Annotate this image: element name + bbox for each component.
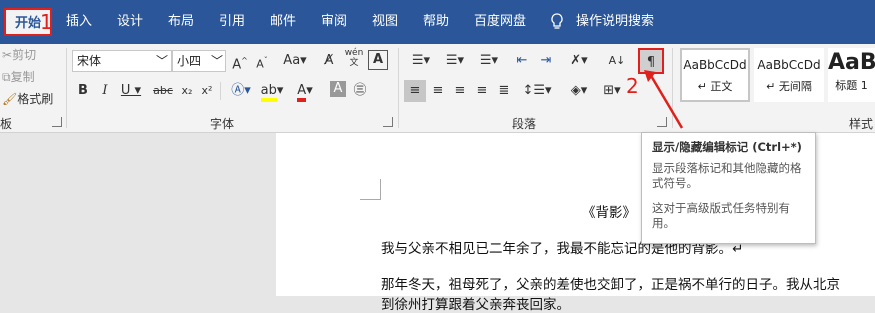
superscript-button[interactable]: x²	[198, 80, 216, 102]
strikethrough-button[interactable]: abc	[150, 80, 176, 102]
multilevel-list-button[interactable]: ☰▾	[474, 50, 504, 72]
align-center-button[interactable]: ≡	[428, 80, 448, 102]
tooltip-note: 这对于高级版式任务特别有用。	[652, 201, 790, 230]
tab-design[interactable]: 设计	[117, 0, 143, 44]
font-name-select[interactable]: 宋体 ﹀	[72, 50, 172, 72]
paragraph-2: 那年冬天，祖母死了，父亲的差使也交卸了，正是祸不单行的日子。我从北京	[381, 277, 840, 293]
phonetic-guide-button[interactable]: wén 文	[344, 48, 364, 70]
highlight-button[interactable]: ab▾	[258, 80, 286, 102]
divider	[220, 82, 221, 100]
line-spacing-button[interactable]: ↕☰▾	[522, 80, 552, 102]
tell-me-search[interactable]: 操作说明搜索	[576, 0, 654, 44]
highlighter-icon: ab	[260, 83, 277, 102]
copy-icon: ⧉	[2, 70, 11, 84]
character-border-button[interactable]: A	[368, 50, 388, 70]
tab-baidu-netdisk[interactable]: 百度网盘	[474, 0, 526, 44]
change-case-button[interactable]: Aa▾	[280, 50, 310, 72]
divider	[66, 48, 67, 128]
underline-button[interactable]: U ▾	[118, 80, 144, 102]
shrink-font-button[interactable]: Aˇ	[252, 50, 272, 72]
font-size-select[interactable]: 小四 ﹀	[172, 50, 226, 72]
margin-corner-mark	[360, 179, 381, 200]
brush-icon: 🖌	[2, 92, 18, 106]
chinese-layout-button[interactable]: ✗▾	[564, 50, 594, 72]
ribbon-tab-bar: 开始 插入 设计 布局 引用 邮件 审阅 视图 帮助 百度网盘 操作说明搜索	[0, 0, 875, 44]
tooltip-body: 显示段落标记和其他隐藏的格式符号。	[652, 161, 802, 190]
clipboard-dialog-launcher[interactable]	[52, 117, 62, 127]
cut-button[interactable]: ✂剪切	[2, 46, 36, 63]
enclose-characters-button[interactable]: ㊂	[350, 80, 370, 102]
subscript-button[interactable]: x₂	[178, 80, 196, 102]
copy-button[interactable]: ⧉复制	[2, 68, 35, 85]
text-effects-button[interactable]: Ⓐ▾	[228, 80, 254, 102]
decrease-indent-button[interactable]: ⇤	[512, 50, 532, 72]
align-right-button[interactable]: ≡	[450, 80, 470, 102]
shading-button[interactable]: ◈▾	[564, 80, 594, 102]
scissors-icon: ✂	[2, 48, 13, 62]
format-painter-button[interactable]: 🖌格式刷	[2, 90, 53, 107]
font-dialog-launcher[interactable]	[383, 117, 393, 127]
font-color-icon: A	[297, 83, 307, 102]
character-shading-button[interactable]: A	[330, 81, 346, 97]
document-title: 《背影》	[582, 205, 636, 221]
numbering-button[interactable]: ☰▾	[440, 50, 470, 72]
distributed-button[interactable]: ≣	[494, 80, 514, 102]
grow-font-button[interactable]: A^	[230, 50, 250, 72]
font-group-label: 字体	[210, 117, 235, 131]
tab-help[interactable]: 帮助	[423, 0, 449, 44]
tooltip-title: 显示/隐藏编辑标记 (Ctrl+*)	[652, 140, 802, 154]
bold-button[interactable]: B	[74, 80, 92, 102]
ribbon: ✂剪切 ⧉复制 🖌格式刷 板 宋体 ﹀ 小四 ﹀ A^ Aˇ Aa▾ A̸ wén 文…	[0, 44, 875, 133]
borders-button[interactable]: ⊞▾	[598, 80, 626, 102]
style-no-spacing[interactable]: AaBbCcDd ↵ 无间隔	[754, 48, 824, 102]
increase-indent-button[interactable]: ⇥	[536, 50, 556, 72]
justify-button[interactable]: ≡	[472, 80, 492, 102]
tab-references[interactable]: 引用	[219, 0, 245, 44]
chevron-down-icon: ﹀	[210, 54, 223, 68]
clear-formatting-button[interactable]: A̸	[318, 50, 340, 72]
style-normal[interactable]: AaBbCcDd ↵ 正文	[680, 48, 750, 102]
bullets-button[interactable]: ☰▾	[406, 50, 436, 72]
paragraph-group-label: 段落	[512, 117, 537, 131]
align-left-button[interactable]: ≡	[404, 80, 426, 102]
clipboard-group-label: 板	[0, 117, 13, 131]
pilcrow-icon: ¶	[646, 55, 656, 70]
lightbulb-icon[interactable]	[550, 0, 564, 44]
style-heading-1[interactable]: AaB 标题 1	[828, 48, 875, 102]
annotation-arrow	[644, 70, 684, 129]
divider	[398, 48, 399, 128]
styles-group-label: 样式	[849, 117, 874, 131]
tab-mailings[interactable]: 邮件	[270, 0, 296, 44]
chevron-down-icon: ﹀	[155, 54, 168, 68]
sort-button[interactable]: A↓	[606, 50, 628, 72]
italic-button[interactable]: I	[96, 80, 114, 102]
tab-insert[interactable]: 插入	[66, 0, 92, 44]
annotation-number-1: 1	[40, 10, 53, 34]
paragraph-3: 到徐州打算跟着父亲奔丧回家。	[381, 297, 570, 313]
annotation-number-2: 2	[626, 74, 639, 98]
show-hide-tooltip: 显示/隐藏编辑标记 (Ctrl+*) 显示段落标记和其他隐藏的格式符号。 这对于…	[641, 132, 816, 244]
font-color-button[interactable]: A▾	[292, 80, 318, 102]
tab-view[interactable]: 视图	[372, 0, 398, 44]
tab-review[interactable]: 审阅	[321, 0, 347, 44]
tab-layout[interactable]: 布局	[168, 0, 194, 44]
